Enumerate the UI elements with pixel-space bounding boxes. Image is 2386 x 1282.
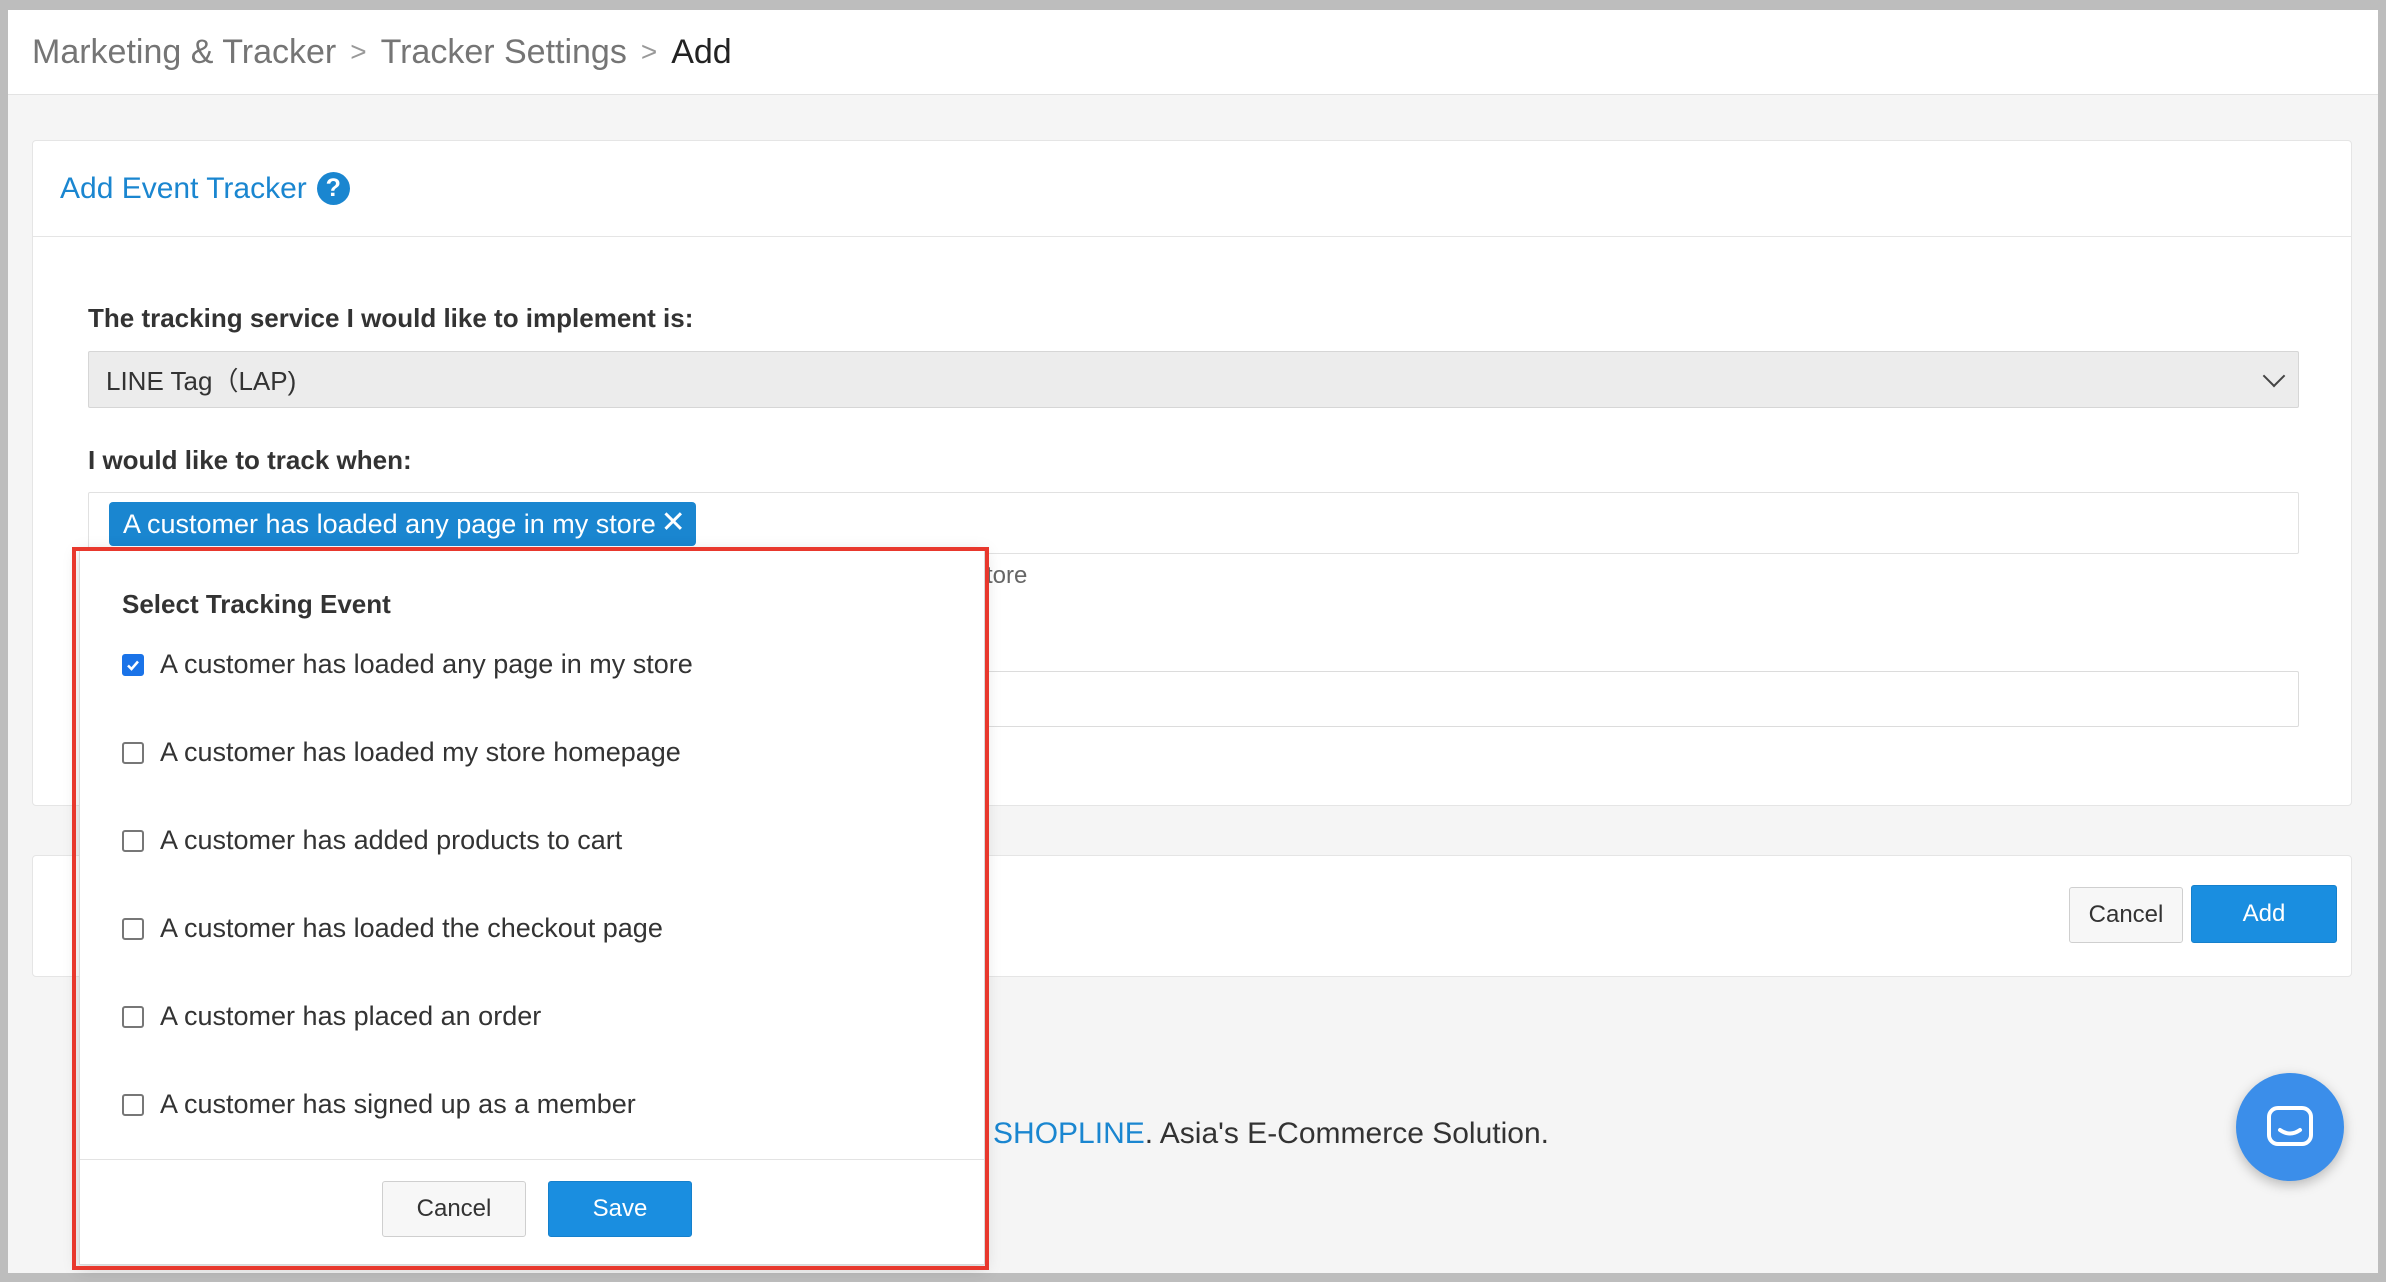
chevron-down-icon xyxy=(2262,364,2286,388)
option-label: A customer has added products to cart xyxy=(160,825,623,855)
checkbox[interactable] xyxy=(122,741,144,764)
checkmark-icon xyxy=(127,660,139,671)
breadcrumb-current: Add xyxy=(671,32,732,71)
checkbox[interactable] xyxy=(122,917,144,940)
track-when-label: I would like to track when: xyxy=(88,445,412,475)
option-signed-up-member[interactable]: A customer has signed up as a member xyxy=(122,1089,636,1120)
chat-icon xyxy=(2267,1106,2313,1146)
breadcrumb-separator: > xyxy=(350,36,367,67)
add-button[interactable]: Add xyxy=(2191,885,2337,943)
breadcrumb-marketing-tracker[interactable]: Marketing & Tracker xyxy=(32,33,336,72)
select-tracking-event-dropdown: Select Tracking Event A customer has loa… xyxy=(79,548,985,1265)
option-label: A customer has signed up as a member xyxy=(160,1089,636,1119)
footer-tagline: . Asia's E-Commerce Solution. xyxy=(1144,1117,1549,1150)
text-input[interactable] xyxy=(973,671,2299,727)
option-label: A customer has loaded any page in my sto… xyxy=(160,649,693,679)
option-label: A customer has loaded the checkout page xyxy=(160,913,663,943)
panel-title: Add Event Tracker xyxy=(60,171,307,205)
selected-event-tag-label: A customer has loaded any page in my sto… xyxy=(123,508,656,539)
question-circle-icon[interactable]: ? xyxy=(316,172,350,205)
chat-button[interactable] xyxy=(2236,1073,2344,1181)
dropdown-cancel-button[interactable]: Cancel xyxy=(382,1181,526,1237)
hint-text: tore xyxy=(986,562,1028,589)
option-loaded-homepage[interactable]: A customer has loaded my store homepage xyxy=(122,737,681,768)
checkbox-checked[interactable] xyxy=(122,653,144,676)
footer-brand-link[interactable]: SHOPLINE xyxy=(993,1117,1145,1150)
option-added-to-cart[interactable]: A customer has added products to cart xyxy=(122,825,622,856)
tracking-service-value: LINE Tag（LAP) xyxy=(106,366,297,396)
option-loaded-checkout[interactable]: A customer has loaded the checkout page xyxy=(122,913,663,944)
option-loaded-any-page[interactable]: A customer has loaded any page in my sto… xyxy=(122,649,693,680)
tracking-service-select[interactable]: LINE Tag（LAP) xyxy=(88,351,2299,408)
footer: 2 SHOPLINE. Asia's E-Commerce Solution. xyxy=(968,1117,1549,1151)
option-label: A customer has loaded my store homepage xyxy=(160,737,681,767)
checkbox[interactable] xyxy=(122,1093,144,1116)
breadcrumb-separator: > xyxy=(640,36,658,67)
checkbox[interactable] xyxy=(122,829,144,852)
service-label: The tracking service I would like to imp… xyxy=(88,303,694,333)
cancel-button[interactable]: Cancel xyxy=(2069,887,2183,943)
checkbox[interactable] xyxy=(122,1005,144,1028)
close-icon[interactable]: ✕ xyxy=(661,508,686,538)
track-event-multiselect[interactable]: A customer has loaded any page in my sto… xyxy=(88,492,2299,554)
option-label: A customer has placed an order xyxy=(160,1001,542,1031)
option-placed-order[interactable]: A customer has placed an order xyxy=(122,1001,541,1032)
selected-event-tag: A customer has loaded any page in my sto… xyxy=(109,502,696,546)
breadcrumb-tracker-settings[interactable]: Tracker Settings xyxy=(381,33,627,72)
dropdown-save-button[interactable]: Save xyxy=(548,1181,692,1237)
dropdown-title: Select Tracking Event xyxy=(122,589,391,619)
panel-header: Add Event Tracker ? xyxy=(33,141,2351,237)
breadcrumb: Marketing & Tracker > Tracker Settings >… xyxy=(8,10,2378,95)
divider xyxy=(80,1159,984,1160)
